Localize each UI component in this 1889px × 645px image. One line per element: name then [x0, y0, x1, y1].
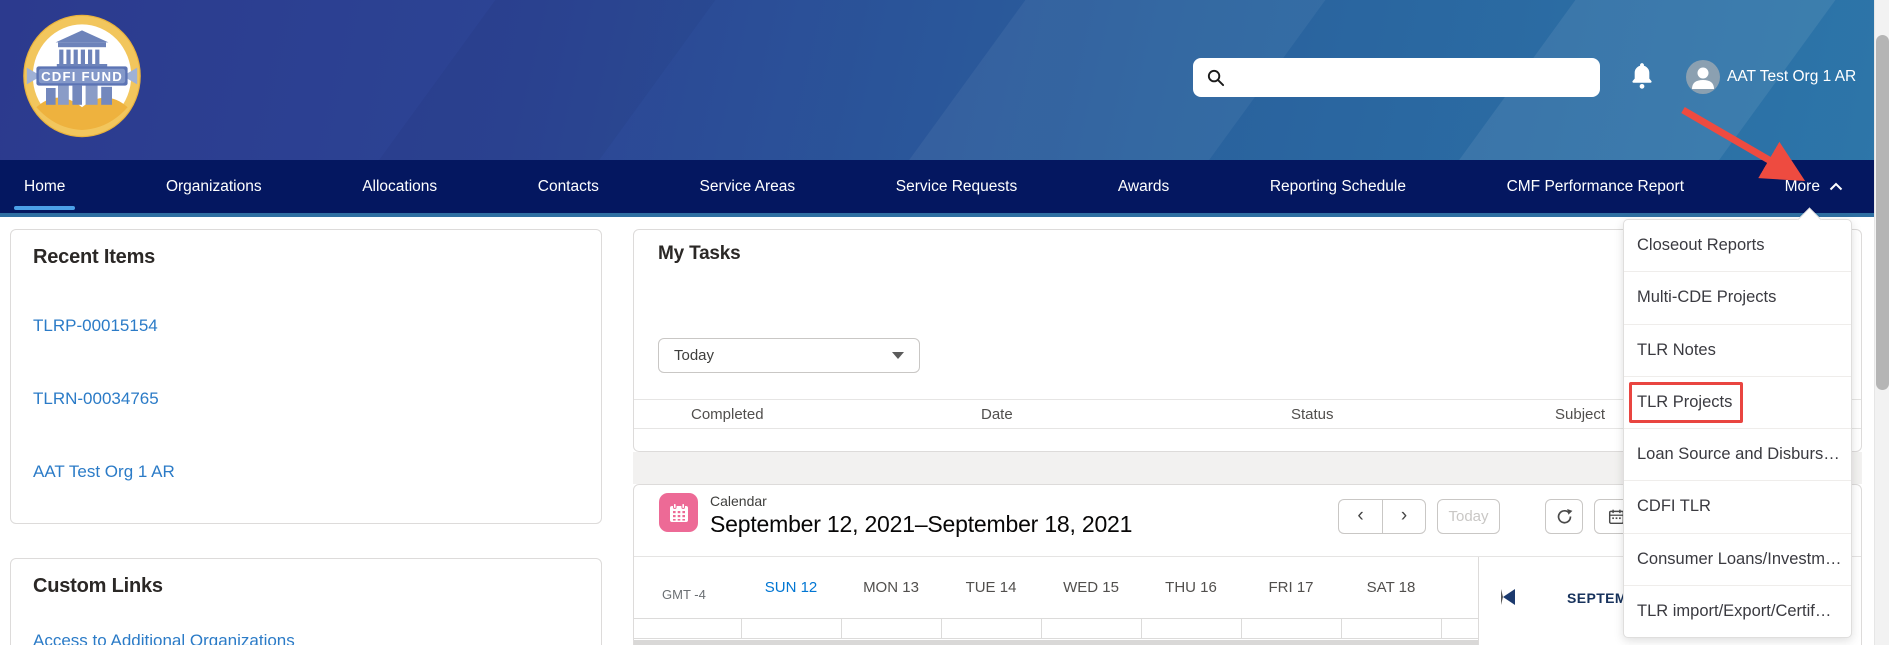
calendar-refresh-button[interactable]: [1545, 499, 1583, 534]
scrollbar-thumb[interactable]: [1876, 35, 1889, 390]
calendar-cell[interactable]: [1141, 619, 1241, 638]
calendar-label: Calendar: [710, 493, 767, 509]
column-subject: Subject: [1555, 406, 1605, 423]
more-menu: Closeout Reports Multi-CDE Projects TLR …: [1623, 219, 1852, 638]
tab-service-requests[interactable]: Service Requests: [896, 174, 1017, 200]
tab-reporting-schedule[interactable]: Reporting Schedule: [1270, 174, 1406, 200]
user-name[interactable]: AAT Test Org 1 AR: [1727, 68, 1856, 86]
logo-text: CDFI FUND: [41, 69, 123, 84]
tab-organizations[interactable]: Organizations: [166, 174, 262, 200]
day-header-tue: TUE 14: [941, 579, 1041, 618]
tasks-date-filter-value: Today: [674, 347, 714, 364]
recent-item-link-tlrn[interactable]: TLRN-00034765: [33, 389, 159, 409]
calendar-today-button[interactable]: Today: [1437, 499, 1500, 534]
all-day-row: [634, 618, 1478, 639]
calendar-cell[interactable]: [841, 619, 941, 638]
datepicker-icon: [1608, 508, 1625, 525]
menu-item-tlr-notes[interactable]: TLR Notes: [1624, 325, 1851, 377]
calendar-icon: [659, 493, 698, 532]
tab-allocations[interactable]: Allocations: [362, 174, 437, 200]
column-date: Date: [981, 406, 1013, 423]
calendar-date-range-title: September 12, 2021–September 18, 2021: [710, 511, 1132, 538]
tasks-date-filter[interactable]: Today: [658, 338, 920, 373]
cdfi-portal-page: CDFI FUND AAT Test Org 1 AR Home Orga: [0, 0, 1889, 645]
tab-more-label: More: [1785, 178, 1820, 196]
day-header-thu: THU 16: [1141, 579, 1241, 618]
week-day-header: GMT -4 SUN 12 MON 13 TUE 14 WED 15 THU 1…: [634, 557, 1478, 618]
menu-item-cdfi-tlr[interactable]: CDFI TLR: [1624, 481, 1851, 533]
chevron-up-icon: [1829, 182, 1843, 191]
calendar-cell[interactable]: [1241, 619, 1341, 638]
calendar-cell[interactable]: [634, 619, 741, 638]
tab-contacts[interactable]: Contacts: [538, 174, 599, 200]
recent-items-card: Recent Items TLRP-00015154 TLRN-00034765…: [10, 229, 602, 524]
global-search: [1193, 58, 1600, 97]
search-input[interactable]: [1235, 69, 1600, 86]
menu-item-closeout-reports[interactable]: Closeout Reports: [1624, 220, 1851, 272]
recent-item-link-org[interactable]: AAT Test Org 1 AR: [33, 462, 175, 482]
day-header-sun: SUN 12: [741, 579, 841, 618]
chevron-left-icon: ‹: [1357, 506, 1363, 525]
chevron-down-icon: [892, 352, 904, 359]
notifications-bell-button[interactable]: [1625, 60, 1659, 94]
main-nav: Home Organizations Allocations Contacts …: [0, 160, 1889, 217]
app-header: CDFI FUND AAT Test Org 1 AR: [0, 0, 1889, 160]
user-icon: [1686, 60, 1720, 94]
menu-item-loan-source[interactable]: Loan Source and Disburs…: [1624, 429, 1851, 481]
day-header-wed: WED 15: [1041, 579, 1141, 618]
menu-item-consumer-loans[interactable]: Consumer Loans/Investm…: [1624, 534, 1851, 586]
my-tasks-title: My Tasks: [658, 243, 741, 265]
calendar-cell[interactable]: [1341, 619, 1441, 638]
custom-links-title: Custom Links: [33, 575, 163, 598]
header-stripe: [321, 0, 759, 160]
custom-link-additional-orgs[interactable]: Access to Additional Organizations: [33, 631, 295, 645]
tab-more[interactable]: More: [1785, 174, 1843, 200]
calendar-cell[interactable]: [741, 619, 841, 638]
mini-calendar-prev-icon[interactable]: [1501, 589, 1515, 605]
menu-item-tlr-projects[interactable]: TLR Projects: [1624, 377, 1851, 429]
column-completed: Completed: [691, 406, 764, 423]
recent-item-link-tlrp[interactable]: TLRP-00015154: [33, 316, 158, 336]
custom-links-card: Custom Links Access to Additional Organi…: [10, 558, 602, 645]
tab-awards[interactable]: Awards: [1118, 174, 1169, 200]
day-header-fri: FRI 17: [1241, 579, 1341, 618]
menu-item-tlr-import-export[interactable]: TLR import/Export/Certif…: [1624, 586, 1851, 637]
tab-home[interactable]: Home: [24, 174, 65, 200]
tab-service-areas[interactable]: Service Areas: [700, 174, 796, 200]
tab-cmf-performance-report[interactable]: CMF Performance Report: [1507, 174, 1684, 200]
recent-items-title: Recent Items: [33, 246, 155, 269]
calendar-cell[interactable]: [941, 619, 1041, 638]
menu-item-multi-cde-projects[interactable]: Multi-CDE Projects: [1624, 272, 1851, 324]
column-status: Status: [1291, 406, 1334, 423]
cdfi-fund-logo: CDFI FUND: [22, 13, 142, 139]
calendar-previous-button[interactable]: ‹: [1338, 499, 1382, 534]
search-icon: [1206, 68, 1225, 87]
day-header-sat: SAT 18: [1341, 579, 1441, 618]
chevron-right-icon: ›: [1401, 506, 1407, 525]
calendar-cell[interactable]: [1441, 619, 1478, 638]
day-header-mon: MON 13: [841, 579, 941, 618]
bell-icon: [1629, 62, 1655, 90]
refresh-icon: [1556, 508, 1573, 525]
calendar-cell[interactable]: [1041, 619, 1141, 638]
timezone-label: GMT -4: [662, 587, 706, 602]
calendar-next-button[interactable]: ›: [1382, 499, 1426, 534]
page-scrollbar: [1874, 0, 1889, 645]
user-avatar[interactable]: [1686, 60, 1720, 94]
